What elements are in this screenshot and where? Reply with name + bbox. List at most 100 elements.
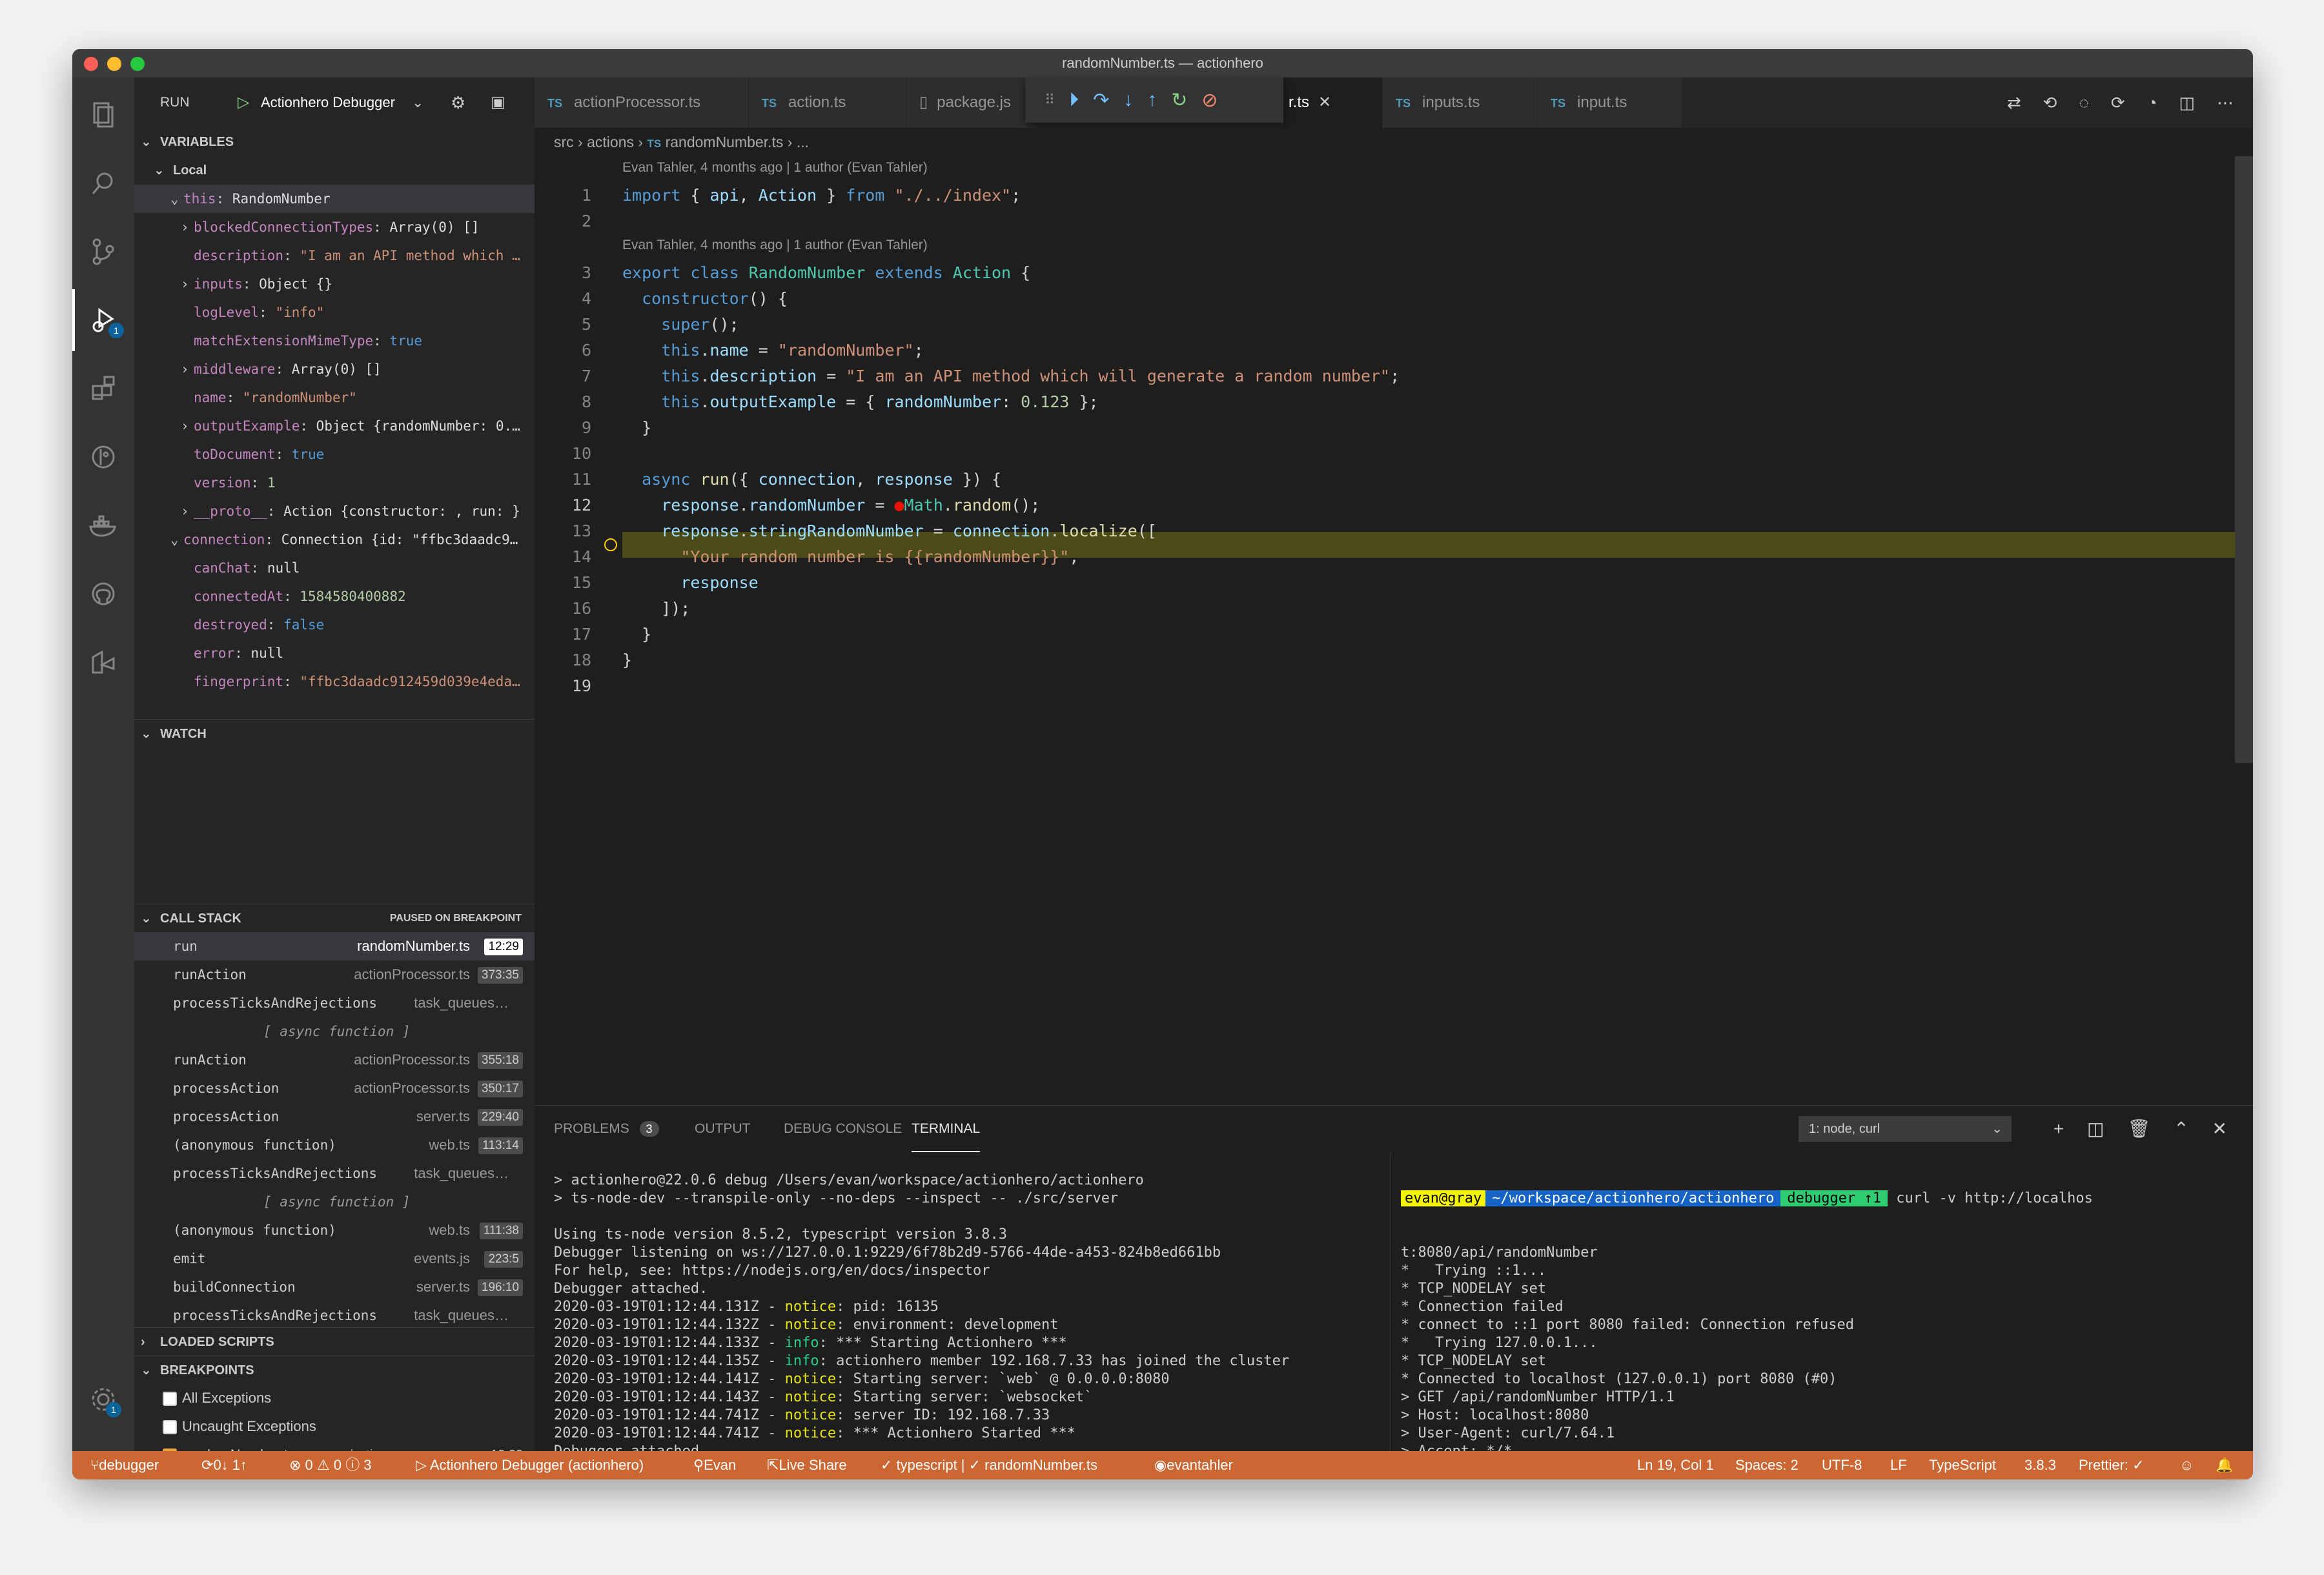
chevron-right-icon[interactable]: ›: [181, 270, 189, 298]
breadcrumb-item[interactable]: src: [554, 134, 574, 150]
settings-gear-icon[interactable]: 1: [72, 1368, 134, 1430]
chevron-down-icon[interactable]: ⌄: [170, 185, 179, 213]
sync-status[interactable]: ⟳ 0↓ 1↑: [201, 1451, 247, 1479]
code-line[interactable]: "Your random number is {{randomNumber}}"…: [622, 547, 1079, 566]
variable-row[interactable]: error: null: [134, 639, 535, 667]
code-line[interactable]: ]);: [622, 599, 690, 618]
line-number[interactable]: 17: [535, 625, 591, 644]
close-panel-icon[interactable]: ✕: [2212, 1106, 2227, 1152]
line-number[interactable]: 12: [535, 496, 591, 514]
code-line[interactable]: this.name = "randomNumber";: [622, 341, 923, 360]
variable-row[interactable]: › outputExample: Object {randomNumber: 0.…: [134, 412, 535, 440]
user-status[interactable]: ⚲ Evan: [693, 1451, 736, 1479]
ts-version[interactable]: 3.8.3: [2024, 1451, 2056, 1479]
tab-package[interactable]: ▯ package.js: [906, 77, 1035, 128]
variable-row[interactable]: fingerprint: "ffbc3daadc912459d039e4eda…: [134, 667, 535, 696]
tab-output[interactable]: OUTPUT: [695, 1106, 750, 1152]
code-line[interactable]: super();: [622, 315, 739, 334]
language-mode[interactable]: TypeScript: [1929, 1451, 1996, 1479]
call-stack-frame[interactable]: run randomNumber.ts 12:29: [134, 932, 535, 960]
tab-terminal[interactable]: TERMINAL: [912, 1106, 981, 1152]
call-stack-frame[interactable]: [ async function ]: [134, 1188, 535, 1216]
terminal-select[interactable]: 1: node, curl ⌄: [1799, 1116, 2012, 1142]
add-terminal-icon[interactable]: +: [2054, 1106, 2064, 1152]
trash-icon[interactable]: 🗑: [2128, 1106, 2151, 1152]
variable-row[interactable]: destroyed: false: [134, 611, 535, 639]
call-stack-frame[interactable]: processTicksAndRejections task_queues…: [134, 1159, 535, 1188]
branch-status[interactable]: ⑂ debugger: [90, 1451, 159, 1479]
line-ending[interactable]: LF: [1890, 1451, 1907, 1479]
code-line[interactable]: async run({ connection, response }) {: [622, 470, 1001, 489]
variable-row[interactable]: › blockedConnectionTypes: Array(0) []: [134, 213, 535, 241]
tab-inputs[interactable]: TS inputs.ts: [1383, 77, 1538, 128]
typescript-status[interactable]: ✓ typescript | ✓ randomNumber.ts: [881, 1451, 1097, 1479]
code-line[interactable]: constructor() {: [622, 289, 788, 308]
go-back-icon[interactable]: ⟲: [2043, 77, 2057, 128]
breakpoints-header[interactable]: ⌄ BREAKPOINTS: [134, 1356, 535, 1384]
tab-problems[interactable]: PROBLEMS 3: [554, 1106, 659, 1152]
loaded-scripts-header[interactable]: › LOADED SCRIPTS: [134, 1327, 535, 1356]
code-line[interactable]: export class RandomNumber extends Action…: [622, 263, 1030, 282]
call-stack-frame[interactable]: processAction server.ts 229:40: [134, 1102, 535, 1131]
timeline-icon[interactable]: ◔: [2147, 77, 2157, 128]
feedback-icon[interactable]: ☺: [2179, 1451, 2194, 1479]
variable-row[interactable]: logLevel: "info": [134, 298, 535, 327]
line-number[interactable]: 9: [535, 418, 591, 437]
tab-randomnumber[interactable]: r.ts ✕: [1283, 77, 1383, 128]
line-number[interactable]: 2: [535, 212, 591, 230]
debug-config-select[interactable]: Actionhero Debugger: [261, 77, 395, 128]
chevron-right-icon[interactable]: ›: [181, 497, 189, 525]
call-stack-frame[interactable]: (anonymous function) web.ts 113:14: [134, 1131, 535, 1159]
go-forward-icon[interactable]: ⟳: [2111, 77, 2125, 128]
problems-status[interactable]: ⊗ 0 ⚠ 0 ⓘ 3: [289, 1451, 371, 1479]
tab-action[interactable]: TS action.ts: [749, 77, 906, 128]
call-stack-frame[interactable]: runAction actionProcessor.ts 373:35: [134, 960, 535, 989]
split-terminal-icon[interactable]: ◫: [2087, 1106, 2104, 1152]
code-line[interactable]: response: [622, 573, 758, 592]
line-number[interactable]: 16: [535, 599, 591, 618]
line-number[interactable]: 1: [535, 186, 591, 205]
code-line[interactable]: }: [622, 418, 651, 437]
extensions-icon[interactable]: [72, 358, 134, 420]
variable-row[interactable]: matchExtensionMimeType: true: [134, 327, 535, 355]
watch-header[interactable]: ⌄ WATCH: [134, 719, 535, 747]
variable-row[interactable]: version: 1: [134, 469, 535, 497]
call-stack-frame[interactable]: (anonymous function) web.ts 111:38: [134, 1216, 535, 1245]
line-number[interactable]: 11: [535, 470, 591, 489]
minimize-window-button[interactable]: [107, 57, 121, 71]
variable-row[interactable]: › __proto__: Action {constructor: , run: …: [134, 497, 535, 525]
continue-icon[interactable]: ⏵: [1069, 89, 1079, 111]
call-stack-frame[interactable]: emit events.js 223:5: [134, 1245, 535, 1273]
code-line[interactable]: this.description = "I am an API method w…: [622, 367, 1400, 385]
live-share-icon[interactable]: [72, 631, 134, 693]
chevron-down-icon[interactable]: ⌄: [170, 525, 179, 554]
variable-row[interactable]: › middleware: Array(0) []: [134, 355, 535, 383]
line-number[interactable]: 8: [535, 392, 591, 411]
variable-row[interactable]: toDocument: true: [134, 440, 535, 469]
explorer-icon[interactable]: [72, 84, 134, 146]
github-status[interactable]: ◉ evantahler: [1154, 1451, 1233, 1479]
call-stack-frame[interactable]: [ async function ]: [134, 1017, 535, 1046]
encoding[interactable]: UTF-8: [1822, 1451, 1862, 1479]
checkbox[interactable]: [163, 1420, 177, 1435]
tab-actionprocessor[interactable]: TS actionProcessor.ts: [535, 77, 749, 128]
checkbox[interactable]: [163, 1392, 177, 1407]
disconnect-icon[interactable]: ⊘: [1201, 89, 1218, 112]
github-icon[interactable]: [72, 563, 134, 625]
line-number[interactable]: 3: [535, 263, 591, 282]
commit-icon[interactable]: ◌: [2079, 77, 2088, 128]
step-out-icon[interactable]: ↑: [1147, 89, 1157, 111]
breadcrumb-item[interactable]: ...: [797, 134, 809, 150]
code-line[interactable]: import { api, Action } from "./../index"…: [622, 186, 1021, 205]
call-stack-frame[interactable]: processAction actionProcessor.ts 350:17: [134, 1074, 535, 1102]
chevron-right-icon[interactable]: ›: [181, 213, 189, 241]
docker-icon[interactable]: [72, 494, 134, 556]
live-share-status[interactable]: ⇱ Live Share: [767, 1451, 847, 1479]
prettier-status[interactable]: Prettier: ✓: [2079, 1451, 2145, 1479]
code-line[interactable]: response.randomNumber = ●Math.random();: [622, 496, 1040, 514]
notifications-icon[interactable]: 🔔: [2216, 1451, 2233, 1479]
line-number[interactable]: 4: [535, 289, 591, 308]
variable-row[interactable]: canChat: null: [134, 554, 535, 582]
line-number[interactable]: 19: [535, 676, 591, 695]
call-stack-frame[interactable]: processTicksAndRejections task_queues…: [134, 1301, 535, 1330]
